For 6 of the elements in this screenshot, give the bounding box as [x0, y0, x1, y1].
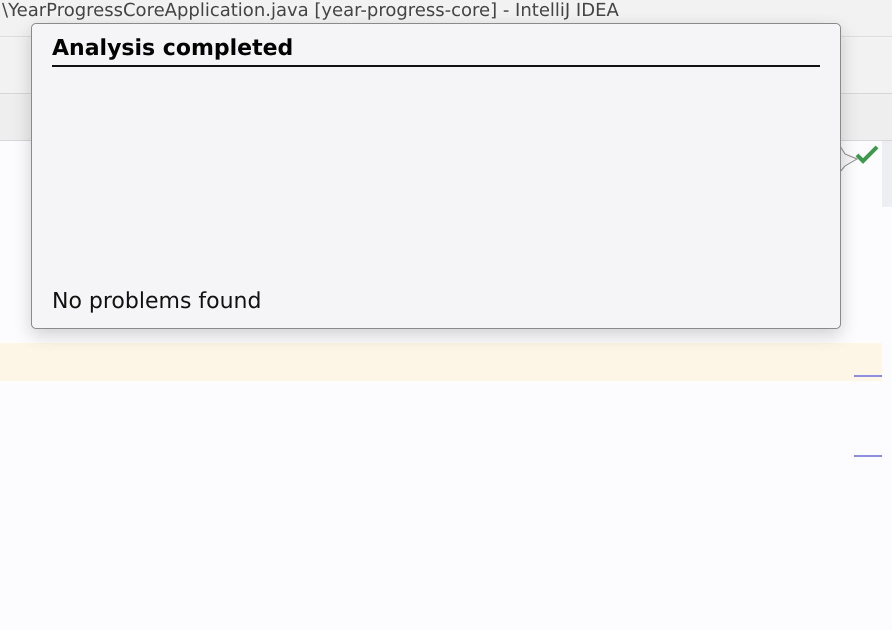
- error-stripe-mark: [854, 455, 882, 457]
- popup-title: Analysis completed: [52, 36, 820, 67]
- check-icon[interactable]: [855, 144, 879, 164]
- error-stripe-mark: [854, 375, 882, 377]
- window-title: \YearProgressCoreApplication.java [year-progress-core] - IntelliJ IDEA: [2, 0, 619, 21]
- popup-message: No problems found: [52, 289, 262, 314]
